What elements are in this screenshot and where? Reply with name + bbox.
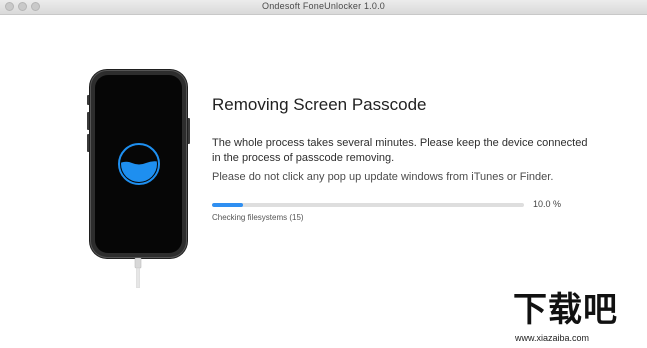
watermark-url: www.xiazaiba.com	[515, 333, 590, 343]
progress-status-text: Checking filesystems (15)	[212, 213, 304, 222]
progress-bar-fill	[212, 203, 244, 207]
watermark-logo: 下载吧	[513, 290, 618, 330]
site-watermark: 下载吧 www.xiazaiba.com	[505, 288, 647, 348]
progress-bar	[212, 203, 524, 207]
popup-warning-text: Please do not click any pop up update wi…	[212, 171, 554, 183]
title-bar: Ondesoft FoneUnlocker 1.0.0	[0, 0, 647, 15]
process-description: The whole process takes several minutes.…	[212, 137, 588, 164]
progress-percent: 10.0 %	[533, 199, 562, 209]
usb-cable-icon	[134, 258, 142, 288]
window-title: Ondesoft FoneUnlocker 1.0.0	[262, 1, 385, 11]
water-loader-icon	[118, 143, 160, 185]
page-title: Removing Screen Passcode	[212, 95, 427, 114]
phone-side-button	[187, 118, 190, 144]
